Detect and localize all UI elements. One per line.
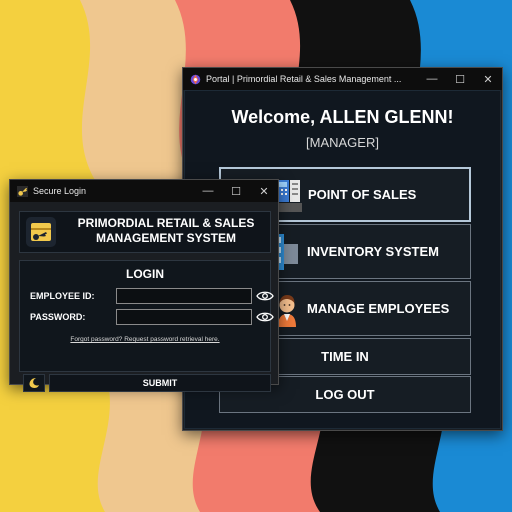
key-logo-icon <box>16 185 28 197</box>
eye-icon[interactable] <box>256 289 274 303</box>
minimize-button[interactable]: — <box>194 180 222 202</box>
system-header: PRIMORDIAL RETAIL & SALES MANAGEMENT SYS… <box>19 211 271 253</box>
theme-toggle-button[interactable] <box>23 374 45 392</box>
login-window: Secure Login — ☐ ✕ PRIMORDIAL RETAIL & S… <box>9 179 279 392</box>
inventory-system-label: INVENTORY SYSTEM <box>307 244 439 259</box>
login-actions: SUBMIT <box>19 372 271 394</box>
password-label: PASSWORD: <box>30 312 86 322</box>
employee-id-label: EMPLOYEE ID: <box>30 291 95 301</box>
user-role-label: [MANAGER] <box>306 135 379 150</box>
login-heading: LOGIN <box>126 267 164 281</box>
password-input[interactable] <box>116 309 252 325</box>
system-logo <box>20 212 62 252</box>
login-content: PRIMORDIAL RETAIL & SALES MANAGEMENT SYS… <box>11 202 277 392</box>
login-window-title: Secure Login <box>33 186 87 196</box>
login-form: LOGIN EMPLOYEE ID: PASSWORD: Forgot pass… <box>19 260 274 372</box>
manage-employees-label: MANAGE EMPLOYEES <box>307 301 450 316</box>
portal-titlebar[interactable]: Portal | Primordial Retail & Sales Manag… <box>183 68 502 90</box>
app-logo-icon <box>189 73 201 85</box>
submit-button[interactable]: SUBMIT <box>49 374 271 392</box>
maximize-button[interactable]: ☐ <box>222 180 250 202</box>
portal-window-title: Portal | Primordial Retail & Sales Manag… <box>206 74 402 84</box>
forgot-password-link[interactable]: Forgot password? Request password retrie… <box>20 336 270 343</box>
login-titlebar[interactable]: Secure Login — ☐ ✕ <box>10 180 278 202</box>
point-of-sales-label: POINT OF SALES <box>308 187 417 202</box>
key-chest-icon <box>26 217 56 247</box>
employee-id-input[interactable] <box>116 288 252 304</box>
welcome-heading: Welcome, ALLEN GLENN! <box>231 107 454 127</box>
minimize-button[interactable]: — <box>418 68 446 90</box>
moon-icon <box>29 378 39 388</box>
close-button[interactable]: ✕ <box>250 180 278 202</box>
eye-icon[interactable] <box>256 310 274 324</box>
system-name: PRIMORDIAL RETAIL & SALES MANAGEMENT SYS… <box>77 216 255 245</box>
close-button[interactable]: ✕ <box>474 68 502 90</box>
maximize-button[interactable]: ☐ <box>446 68 474 90</box>
